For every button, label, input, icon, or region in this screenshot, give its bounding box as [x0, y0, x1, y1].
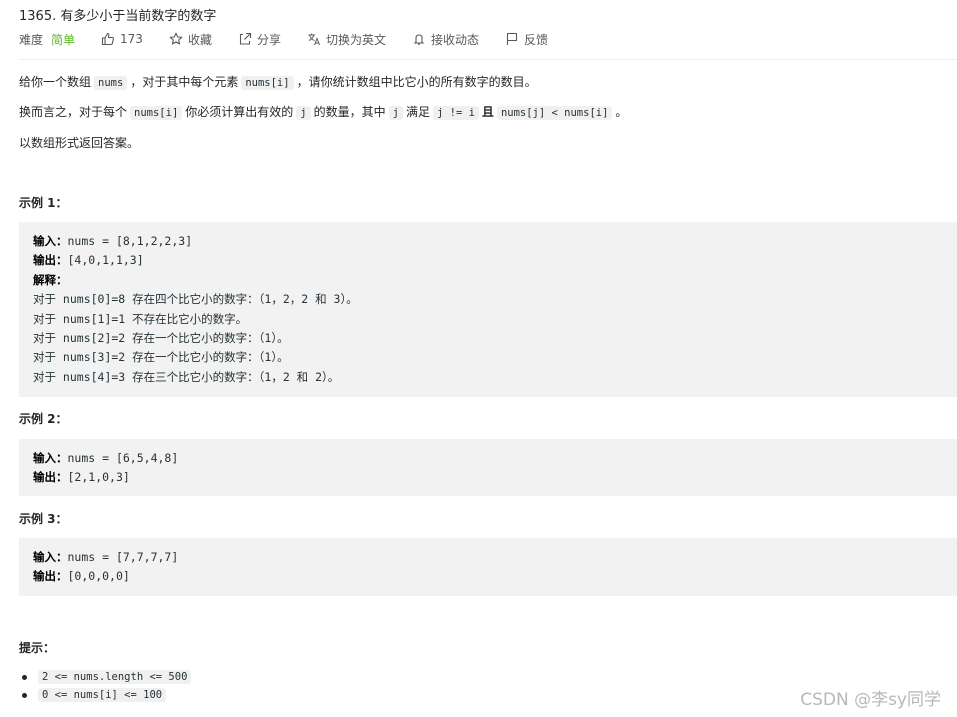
switch-language-label: 切换为英文 [325, 32, 386, 47]
thumbs-up-icon [101, 32, 115, 46]
output-line: 输出：[2,1,0,3] [33, 468, 943, 487]
input-line: 输入：nums = [6,5,4,8] [33, 449, 943, 468]
output-line: 输出：[0,0,0,0] [33, 567, 943, 586]
text: 。 [615, 105, 628, 119]
inline-code: 2 <= nums.length <= 500 [38, 670, 192, 684]
output-value: [2,1,0,3] [67, 470, 130, 485]
feedback-label: 反馈 [524, 32, 549, 47]
difficulty-label: 难度 [19, 32, 44, 47]
tip-item: 2 <= nums.length <= 500 [21, 668, 194, 686]
bell-icon [413, 34, 425, 45]
text: ，请你统计数组中比它小的所有数字的数目。 [296, 75, 537, 89]
example-1-code-block: 输入：nums = [8,1,2,2,3] 输出：[4,0,1,1,3] 解释：… [19, 222, 957, 397]
like-count: 173 [120, 32, 143, 46]
explain-line: 对于 nums[0]=8 存在四个比它小的数字：（1，2，2 和 3）。 [33, 292, 358, 307]
input-line: 输入：nums = [7,7,7,7] [33, 548, 943, 567]
example-2-code-block: 输入：nums = [6,5,4,8] 输出：[2,1,0,3] [19, 439, 957, 496]
inline-code: nums[i] [241, 76, 294, 90]
output-value: [4,0,1,1,3] [67, 253, 144, 268]
output-label: 输出： [33, 470, 68, 485]
favorite-label: 收藏 [187, 32, 212, 47]
tips-list: 2 <= nums.length <= 500 0 <= nums[i] <= … [21, 668, 194, 704]
explain-label: 解释： [33, 272, 68, 287]
example-3-heading: 示例 3： [19, 512, 68, 526]
inline-code: nums[j] < nums[i] [496, 106, 613, 120]
like-button[interactable]: 173 [101, 32, 143, 46]
translate-icon [308, 33, 320, 46]
feedback-button[interactable]: 反馈 [505, 31, 548, 48]
explain-line: 对于 nums[4]=3 存在三个比它小的数字：（1，2 和 2）。 [33, 369, 340, 384]
text: 满足 [405, 105, 430, 119]
text: 换而言之，对于每个 [19, 105, 128, 119]
text: 且 [481, 105, 494, 119]
output-label: 输出： [33, 253, 68, 268]
watermark: CSDN @李sy同学 [800, 690, 941, 710]
explain-line: 对于 nums[2]=2 存在一个比它小的数字：（1）。 [33, 330, 289, 345]
difficulty-badge: 简单 [51, 32, 76, 47]
subscribe-button[interactable]: 接收动态 [412, 31, 479, 48]
description-paragraph-2: 换而言之，对于每个 nums[i] 你必须计算出有效的 j 的数量，其中 j 满足 j != … [19, 103, 627, 120]
inline-code: nums[i] [130, 106, 183, 120]
description-paragraph-1: 给你一个数组 nums ，对于其中每个元素 nums[i] ，请你统计数组中比它小的所有… [19, 73, 537, 90]
favorite-button[interactable]: 收藏 [169, 31, 212, 48]
output-label: 输出： [33, 569, 68, 584]
problem-title: 1365. 有多少小于当前数字的数字 [19, 9, 217, 24]
inline-code: j [388, 106, 403, 120]
inline-code: j [296, 106, 311, 120]
text: 给你一个数组 [19, 75, 92, 89]
input-value: nums = [7,7,7,7] [67, 550, 179, 564]
output-line: 输出：[4,0,1,1,3] [33, 251, 943, 270]
share-button[interactable]: 分享 [238, 31, 281, 48]
tips-heading: 提示： [19, 641, 56, 655]
switch-language-button[interactable]: 切换为英文 [307, 31, 386, 48]
input-label: 输入： [33, 550, 68, 564]
example-3-code-block: 输入：nums = [7,7,7,7] 输出：[0,0,0,0] [19, 538, 957, 596]
explain-label-line: 解释： [33, 271, 943, 290]
input-value: nums = [6,5,4,8] [67, 451, 179, 465]
star-icon [169, 32, 183, 45]
subscribe-label: 接收动态 [430, 32, 479, 47]
header-divider [19, 59, 957, 60]
example-1-heading: 示例 1： [19, 196, 68, 210]
text: 你必须计算出有效的 [185, 105, 294, 119]
tip-item: 0 <= nums[i] <= 100 [21, 686, 194, 704]
share-label: 分享 [256, 32, 281, 47]
share-icon [239, 32, 252, 45]
description-paragraph-3: 以数组形式返回答案。 [19, 136, 140, 150]
inline-code: 0 <= nums[i] <= 100 [38, 688, 167, 702]
problem-meta-bar: 难度 简单 173 收藏 分享 切换为英文 接收动态 反馈 [19, 31, 574, 47]
input-value: nums = [8,1,2,2,3] [67, 234, 193, 248]
input-line: 输入：nums = [8,1,2,2,3] [33, 232, 943, 251]
text: 的数量，其中 [313, 105, 386, 119]
output-value: [0,0,0,0] [67, 569, 130, 584]
example-2-heading: 示例 2： [19, 412, 68, 426]
explain-line: 对于 nums[1]=1 不存在比它小的数字。 [33, 311, 248, 326]
flag-icon [506, 32, 518, 45]
input-label: 输入： [33, 234, 68, 248]
input-label: 输入： [33, 451, 68, 465]
inline-code: j != i [432, 106, 479, 120]
explain-line: 对于 nums[3]=2 存在一个比它小的数字：（1）。 [33, 350, 289, 365]
text: ，对于其中每个元素 [130, 75, 239, 89]
inline-code: nums [94, 76, 128, 90]
